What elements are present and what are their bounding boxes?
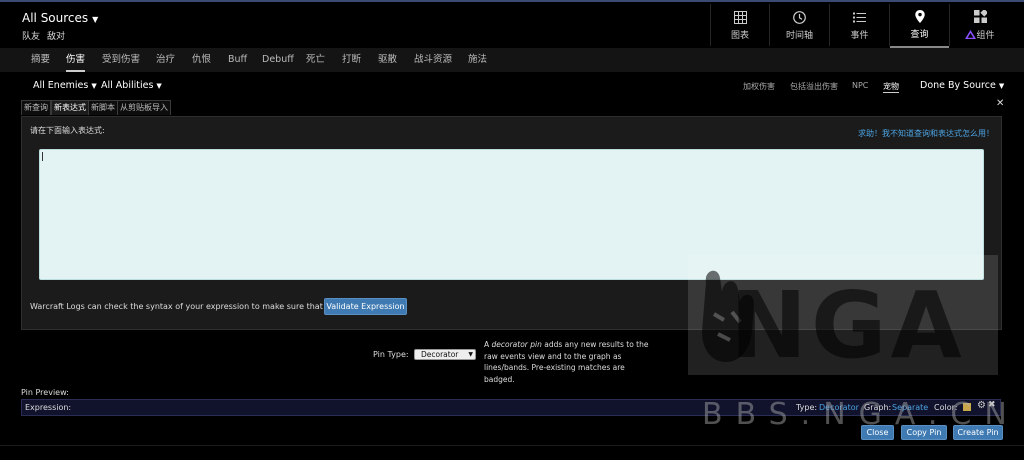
caret-down-icon: ▼ [156, 82, 162, 90]
nav-chart[interactable]: 图表 [711, 2, 769, 48]
create-pin-button[interactable]: Create Pin [953, 425, 1003, 440]
tab-new-query[interactable]: 新查询 [21, 100, 51, 115]
text-cursor [42, 152, 43, 161]
tab-threat[interactable]: 仇恨 [192, 48, 211, 72]
nav-events[interactable]: 事件 [830, 2, 889, 48]
grid-icon [733, 9, 747, 25]
option-npc[interactable]: NPC [852, 81, 868, 90]
tab-buffs[interactable]: Buff [228, 48, 247, 72]
nav-widgets[interactable]: 组件 [950, 2, 1010, 48]
clock-icon [793, 9, 806, 25]
pin-type-label: Pin Type: [373, 350, 409, 359]
map-pin-icon [914, 8, 925, 24]
help-link[interactable]: 求助！我不知道查询和表达式怎么用！ [858, 128, 994, 139]
pin-type-select[interactable]: Decorator ▼ [414, 349, 476, 360]
option-include-overkill[interactable]: 包括溢出伤害 [790, 81, 838, 92]
caret-down-icon: ▼ [91, 82, 97, 90]
option-pets[interactable]: 宠物 [883, 81, 899, 93]
tab-deaths[interactable]: 死亡 [306, 48, 325, 72]
tab-dispels[interactable]: 驱散 [378, 48, 397, 72]
tab-debuffs[interactable]: Debuff [262, 48, 294, 72]
expression-prompt: 请在下面输入表达式: [30, 126, 105, 135]
tab-damage-done[interactable]: 伤害 [66, 48, 86, 72]
tab-interrupts[interactable]: 打断 [342, 48, 361, 72]
footer-divider [0, 445, 1024, 446]
enemies-filter[interactable]: All Enemies ▼ [33, 80, 97, 91]
tab-casts[interactable]: 施法 [468, 48, 487, 72]
tab-resources[interactable]: 战斗资源 [414, 48, 452, 72]
source-selector[interactable]: All Sources ▼ [22, 11, 98, 25]
caret-down-icon: ▼ [998, 82, 1005, 90]
tab-damage-taken[interactable]: 受到伤害 [102, 48, 140, 72]
done-by-filter[interactable]: Done By Source ▼ [920, 80, 1004, 91]
tab-new-script[interactable]: 新脚本 [88, 100, 118, 115]
validate-description: Warcraft Logs can check the syntax of yo… [30, 302, 365, 311]
pin-type-description: A decorator pin adds any new results to … [484, 340, 649, 384]
abilities-filter[interactable]: All Abilities ▼ [101, 80, 162, 91]
tab-summary[interactable]: 摘要 [31, 48, 50, 72]
source-subtitle: 队友 敌对 [22, 29, 72, 42]
warning-triangle-icon [965, 29, 977, 42]
sub-navigation [0, 48, 1024, 72]
tab-import-clipboard[interactable]: 从剪贴板导入 [117, 100, 171, 115]
hostile-link[interactable]: 敌对 [47, 32, 65, 42]
close-icon[interactable]: ✕ [996, 98, 1004, 109]
copy-pin-button[interactable]: Copy Pin [901, 425, 947, 440]
validate-expression-button[interactable]: Validate Expression [324, 298, 407, 315]
friendly-link[interactable]: 队友 [22, 32, 40, 42]
watermark-text: NGA [730, 272, 966, 379]
caret-down-icon: ▼ [92, 15, 99, 24]
close-button[interactable]: Close [861, 425, 894, 440]
nav-timeline[interactable]: 时间轴 [770, 2, 829, 48]
option-weighted-damage[interactable]: 加权伤害 [743, 81, 775, 92]
widgets-icon [973, 9, 987, 25]
nav-query[interactable]: 查询 [890, 2, 949, 48]
tab-new-expression[interactable]: 新表达式 [51, 100, 89, 115]
tab-healing[interactable]: 治疗 [156, 48, 175, 72]
pin-preview-label: Pin Preview: [21, 388, 69, 397]
caret-down-icon: ▼ [468, 351, 473, 358]
list-icon [853, 9, 866, 25]
preview-expression-label: Expression: [25, 403, 72, 412]
